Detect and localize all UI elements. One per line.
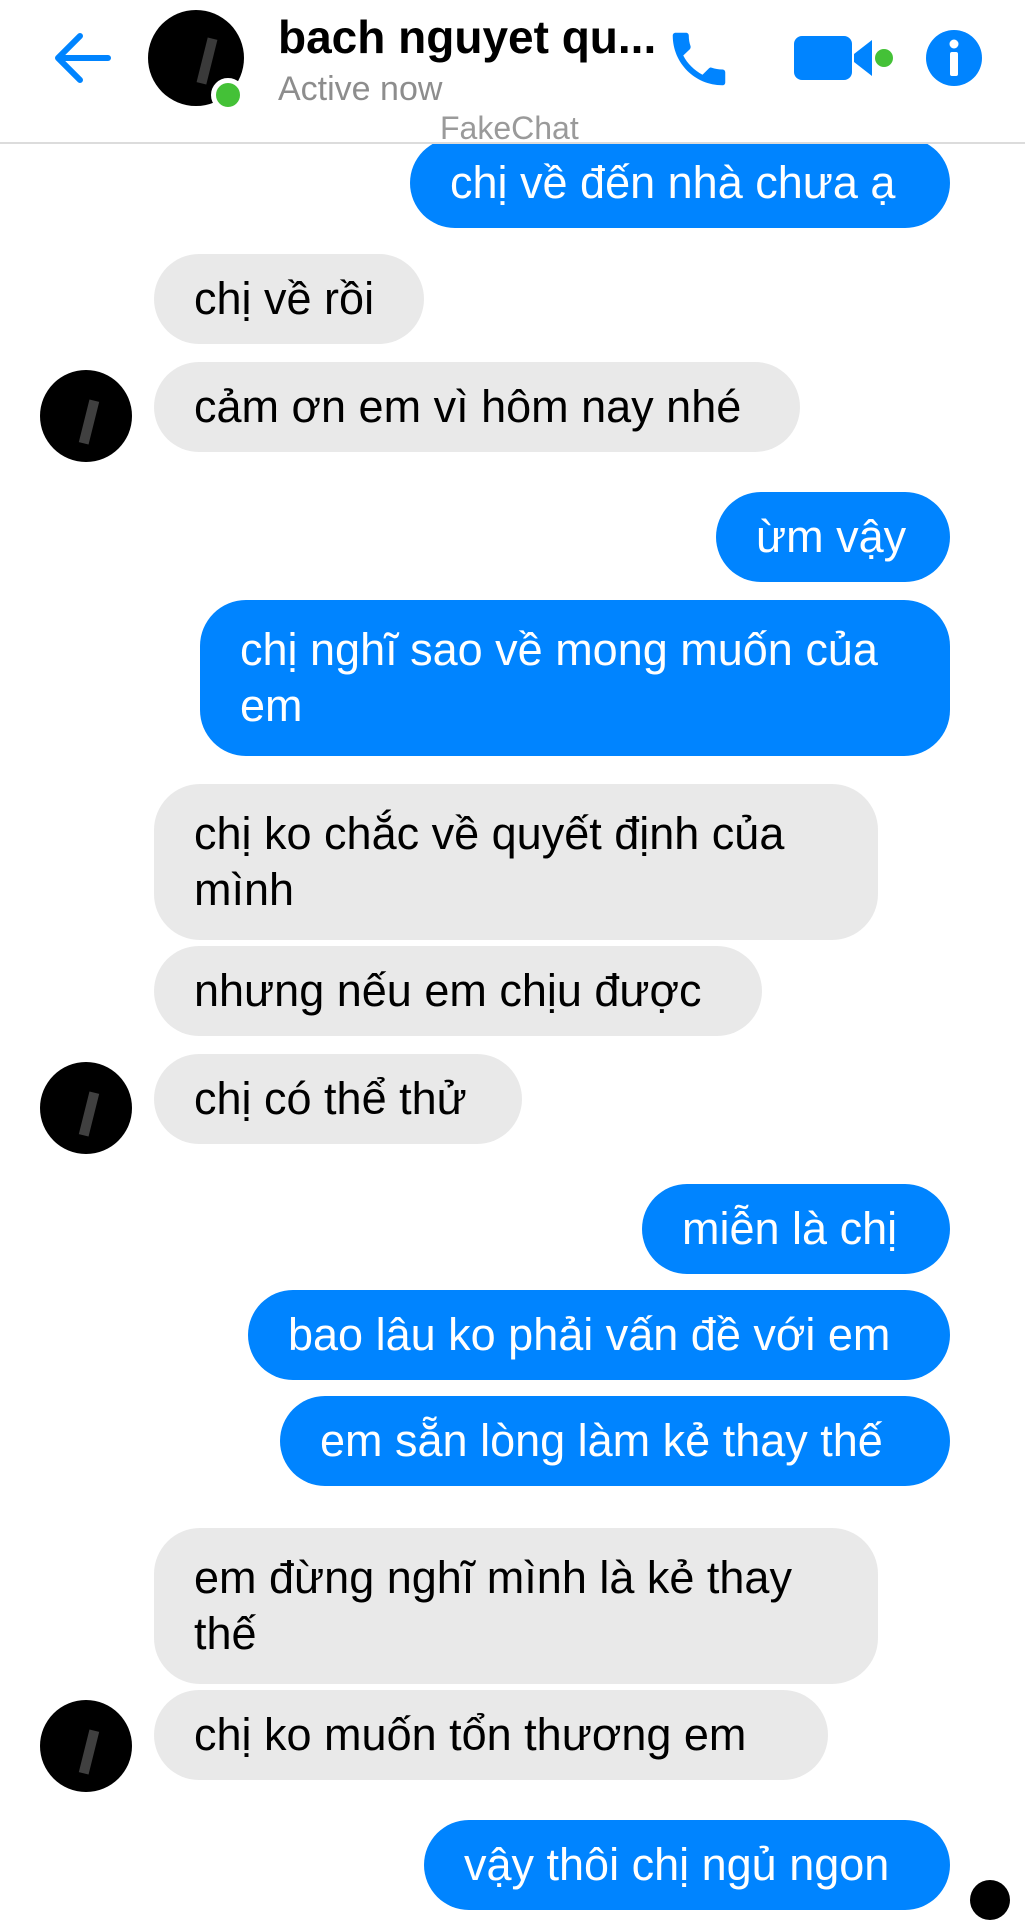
message-bubble-received[interactable]: chị ko muốn tổn thương em bbox=[154, 1690, 828, 1780]
contact-name[interactable]: bach nguyet qu... bbox=[278, 10, 656, 64]
message-bubble-received[interactable]: chị ko chắc về quyết định của mình bbox=[154, 784, 878, 940]
message-bubble-sent[interactable]: miễn là chị bbox=[642, 1184, 950, 1274]
seen-indicator-avatar bbox=[970, 1880, 1010, 1920]
message-bubble-sent[interactable]: em sẵn lòng làm kẻ thay thế bbox=[280, 1396, 950, 1486]
info-button[interactable] bbox=[924, 28, 984, 88]
watermark: FakeChat bbox=[440, 110, 579, 146]
message-list[interactable]: chị về đến nhà chưa ạ chị về rồi cảm ơn … bbox=[0, 138, 1025, 1920]
phone-icon bbox=[672, 32, 726, 86]
voice-call-button[interactable] bbox=[664, 24, 734, 94]
message-bubble-sent[interactable]: vậy thôi chị ngủ ngon bbox=[424, 1820, 950, 1910]
messenger-chat-screen: bach nguyet qu... Active now FakeChat ch… bbox=[0, 0, 1025, 1920]
sender-avatar[interactable] bbox=[40, 1062, 132, 1154]
message-bubble-received[interactable]: nhưng nếu em chịu được bbox=[154, 946, 762, 1036]
back-button[interactable] bbox=[50, 28, 116, 88]
video-call-button[interactable] bbox=[792, 30, 896, 86]
back-arrow-icon bbox=[55, 33, 111, 83]
message-bubble-received[interactable]: chị về rồi bbox=[154, 254, 424, 344]
sender-avatar[interactable] bbox=[40, 370, 132, 462]
message-bubble-received[interactable]: chị có thể thử bbox=[154, 1054, 522, 1144]
message-bubble-sent[interactable]: bao lâu ko phải vấn đề với em bbox=[248, 1290, 950, 1380]
message-bubble-sent[interactable]: chị nghĩ sao về mong muốn của em bbox=[200, 600, 950, 756]
active-status: Active now bbox=[278, 70, 443, 108]
message-bubble-sent[interactable]: chị về đến nhà chưa ạ bbox=[410, 138, 950, 228]
message-bubble-received[interactable]: em đừng nghĩ mình là kẻ thay thế bbox=[154, 1528, 878, 1684]
online-indicator bbox=[211, 78, 245, 112]
video-camera-icon bbox=[794, 36, 893, 80]
info-icon bbox=[926, 30, 982, 86]
message-bubble-received[interactable]: cảm ơn em vì hôm nay nhé bbox=[154, 362, 800, 452]
message-bubble-sent[interactable]: ừm vậy bbox=[716, 492, 950, 582]
sender-avatar[interactable] bbox=[40, 1700, 132, 1792]
